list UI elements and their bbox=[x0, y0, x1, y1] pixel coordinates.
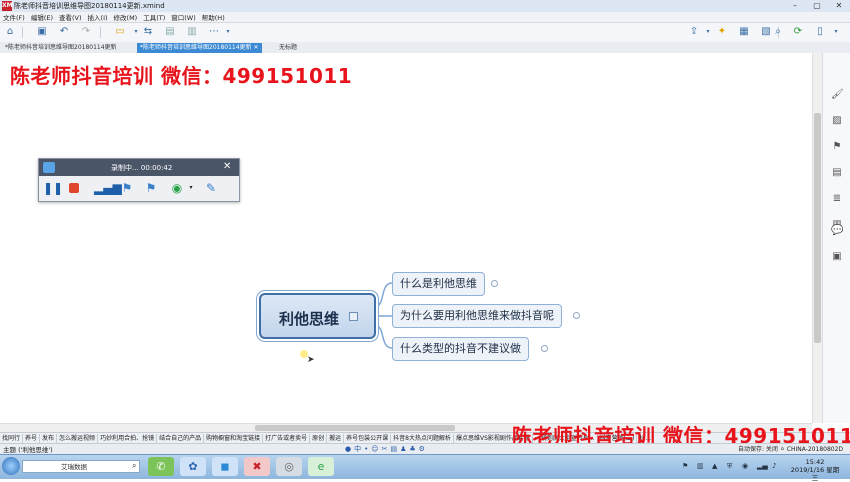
clock-time: 15:42 bbox=[805, 458, 825, 466]
mouse-cursor-icon: ➤ bbox=[307, 355, 315, 365]
sheet-tab[interactable]: 找同行 bbox=[0, 433, 24, 444]
settings-app-icon[interactable]: ◎ bbox=[276, 457, 302, 476]
ime-tools-icon[interactable]: ✂ bbox=[382, 445, 388, 453]
search-icon[interactable]: ⌕ bbox=[132, 461, 136, 471]
camera-icon bbox=[43, 162, 55, 173]
sheet-tab[interactable]: 原创 bbox=[310, 433, 328, 444]
tray-flag-icon[interactable]: ⚑ bbox=[682, 462, 688, 470]
recorder-app-icon[interactable]: ◼ bbox=[212, 457, 238, 476]
sheet-tab[interactable]: 打广告或者卖号 bbox=[263, 433, 311, 444]
stop-button[interactable] bbox=[67, 181, 81, 195]
sheet-tab[interactable]: 抖音8大热点问题解析 bbox=[391, 433, 454, 444]
ime-punct-icon[interactable]: • bbox=[364, 445, 368, 453]
subtopic-3[interactable]: 什么类型的抖音不建议做 bbox=[392, 337, 529, 361]
audio-level-icon[interactable]: ▂▄▆ bbox=[94, 181, 122, 195]
webcam-icon[interactable]: ◉ bbox=[169, 181, 185, 195]
comments-icon[interactable]: 💬 bbox=[831, 225, 843, 237]
sheet-tab[interactable]: 巧妙利用合拍、抢镜 bbox=[98, 433, 158, 444]
recorder-close-button[interactable]: ✕ bbox=[223, 161, 231, 173]
ime-keyboard-icon[interactable]: ▤ bbox=[390, 445, 397, 453]
notes-icon[interactable]: ▤ bbox=[831, 167, 843, 179]
taskbar-search-input[interactable]: 艾瑞数据 bbox=[22, 460, 140, 473]
central-topic[interactable]: 利他思维 bbox=[259, 293, 376, 339]
recorder-header: 录制中... 00:00:42 ✕ bbox=[39, 159, 239, 176]
ime-user-icon[interactable]: ♟ bbox=[400, 445, 406, 453]
sheet-tab[interactable]: 养号 bbox=[23, 433, 41, 444]
right-side-panel: 🖌 ▨ ⚑ ▤ ≣ ▥ 💬 ▣ bbox=[822, 53, 850, 423]
windows-taskbar: 艾瑞数据 ⌕ ✆ ✿ ◼ ✖ ◎ e ⚑ ▥ ▲ ⛨ ◉ ▂▄ ♪ 15:42 … bbox=[0, 454, 850, 482]
tray-volume-icon[interactable]: ♪ bbox=[772, 462, 776, 470]
tray-network-icon[interactable]: ▥ bbox=[697, 462, 704, 470]
sheet-tab[interactable]: 养号包装公开课 bbox=[344, 433, 392, 444]
subtopic-add-icon[interactable] bbox=[541, 345, 548, 352]
tray-arrow-icon[interactable]: ▲ bbox=[712, 462, 717, 470]
ime-settings-icon[interactable]: ⚙ bbox=[419, 445, 425, 453]
branch-line-3 bbox=[375, 325, 393, 349]
tray-shield-icon[interactable]: ⛨ bbox=[727, 462, 732, 471]
format-brush-icon[interactable]: 🖌 bbox=[831, 89, 844, 101]
ime-toolbar: ● 中 • ☺ ✂ ▤ ♟ ♣ ⚙ bbox=[345, 443, 460, 454]
subtopic-1[interactable]: 什么是利他思维 bbox=[392, 272, 485, 296]
ime-skin-icon[interactable]: ♣ bbox=[409, 445, 415, 453]
xmind-app-icon[interactable]: ✖ bbox=[244, 457, 270, 476]
system-clock[interactable]: 15:42 2019/1/16 星期三 bbox=[790, 458, 840, 482]
highlight-tool-icon[interactable]: ⚑ bbox=[143, 181, 159, 195]
sheet-tab[interactable]: 搬运 bbox=[327, 433, 345, 444]
image-icon[interactable]: ▨ bbox=[831, 115, 843, 127]
subtopic-2[interactable]: 为什么要用利他思维来做抖音呢 bbox=[392, 304, 562, 328]
sheet-tab[interactable]: 结合自己的产品 bbox=[157, 433, 205, 444]
browser-app-icon[interactable]: e bbox=[308, 457, 334, 476]
app-cluster-icon[interactable]: ✿ bbox=[180, 457, 206, 476]
branch-line-1 bbox=[375, 282, 393, 307]
sheet-tab[interactable]: 发布 bbox=[40, 433, 58, 444]
marker-flag-icon[interactable]: ⚑ bbox=[831, 141, 843, 153]
collapse-toggle-icon[interactable] bbox=[349, 312, 358, 321]
sheet-tab[interactable]: 怎么搬运视频 bbox=[57, 433, 99, 444]
wechat-icon[interactable]: ✆ bbox=[148, 457, 174, 476]
ime-emoji-icon[interactable]: ☺ bbox=[371, 445, 378, 453]
start-button[interactable] bbox=[2, 457, 20, 475]
pen-tool-icon[interactable]: ⚑ bbox=[119, 181, 135, 195]
tray-signal-icon[interactable]: ▂▄ bbox=[757, 462, 768, 470]
dropdown-arrow-icon[interactable]: ▾ bbox=[187, 181, 195, 195]
subtopic-add-icon[interactable] bbox=[491, 280, 498, 287]
branch-connectors bbox=[375, 282, 393, 349]
ime-chinese-icon[interactable]: 中 bbox=[354, 444, 361, 454]
sheet-tab[interactable]: 购物橱窗和淘宝链接 bbox=[204, 433, 264, 444]
subtopic-add-icon[interactable] bbox=[573, 312, 580, 319]
screen-recorder-panel: 录制中... 00:00:42 ✕ ❚❚ ▂▄▆ ⚑ ⚑ ◉ ▾ ✎ bbox=[38, 158, 240, 202]
vertical-scroll-thumb[interactable] bbox=[814, 113, 821, 343]
clock-date: 2019/1/16 星期三 bbox=[790, 466, 840, 482]
outline-icon[interactable]: ≣ bbox=[831, 193, 843, 205]
horizontal-scroll-thumb[interactable] bbox=[255, 425, 455, 431]
draw-pencil-icon[interactable]: ✎ bbox=[203, 181, 219, 195]
pause-icon[interactable]: ❚❚ bbox=[43, 181, 63, 195]
stop-icon bbox=[69, 183, 79, 193]
task-icon[interactable]: ▣ bbox=[831, 251, 843, 263]
tray-app-icon[interactable]: ◉ bbox=[742, 462, 748, 470]
recording-status: 录制中... 00:00:42 bbox=[111, 164, 173, 172]
central-topic-label: 利他思维 bbox=[279, 310, 340, 328]
ime-logo-icon[interactable]: ● bbox=[345, 445, 351, 453]
